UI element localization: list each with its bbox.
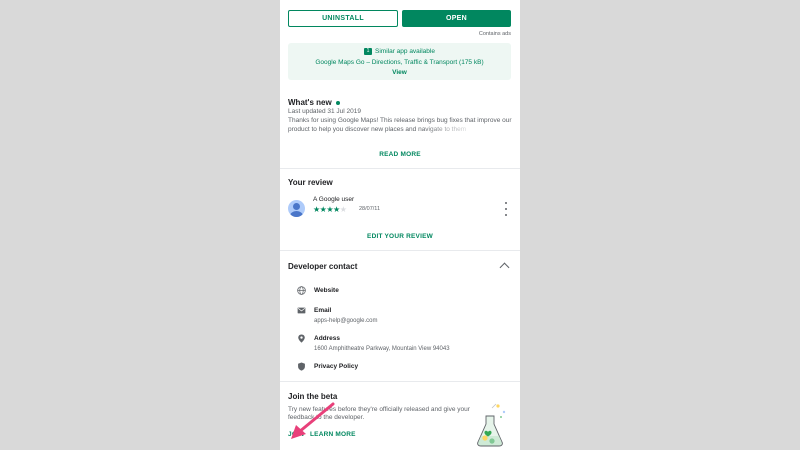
star-icon: ★ (339, 205, 347, 214)
similar-app-name: Google Maps Go – Directions, Traffic & T… (315, 59, 484, 66)
privacy-policy-link[interactable]: Privacy Policy (314, 363, 358, 370)
new-indicator-dot (335, 100, 340, 105)
divider (280, 250, 520, 251)
star-icon: ★ (313, 205, 320, 214)
text-fade-overlay (420, 124, 480, 134)
developer-email-link[interactable]: Email (314, 307, 331, 314)
developer-address-value[interactable]: 1600 Amphitheatre Parkway, Mountain View… (314, 346, 450, 352)
edit-review-button[interactable]: EDIT YOUR REVIEW (280, 233, 520, 240)
similar-app-title: 1 Similar app available (288, 48, 511, 55)
star-icon: ★ (333, 205, 340, 214)
similar-app-title-text: Similar app available (375, 48, 435, 56)
developer-website-link[interactable]: Website (314, 287, 339, 294)
app-details-page: UNINSTALL OPEN Contains ads 1 Similar app… (280, 0, 520, 450)
email-icon (297, 307, 306, 314)
last-updated-text: Last updated 31 Jul 2019 (288, 108, 362, 115)
avatar-head (293, 203, 300, 210)
location-pin-icon (298, 334, 305, 343)
uninstall-button[interactable]: UNINSTALL (288, 10, 398, 27)
divider (280, 168, 520, 169)
more-options-icon[interactable] (503, 202, 509, 216)
avatar (288, 200, 305, 217)
star-rating: ★★★★★ (313, 205, 347, 214)
your-review-title: Your review (288, 178, 333, 187)
globe-icon (297, 286, 306, 295)
read-more-button[interactable]: READ MORE (280, 151, 520, 158)
whats-new-title: What's new (288, 98, 340, 107)
similar-app-badge-icon: 1 (364, 48, 372, 55)
similar-app-card[interactable]: 1 Similar app available Google Maps Go – … (288, 43, 511, 80)
reviewer-name: A Google user (313, 196, 355, 203)
star-icon: ★ (326, 205, 334, 214)
open-button[interactable]: OPEN (402, 10, 511, 27)
avatar-body (290, 211, 303, 217)
annotation-arrow-icon (291, 402, 335, 439)
developer-contact-title[interactable]: Developer contact (288, 262, 357, 271)
beta-flask-illustration (477, 403, 506, 447)
contains-ads-label: Contains ads (478, 31, 511, 37)
shield-icon (298, 362, 305, 371)
similar-app-view-link[interactable]: View (288, 69, 511, 76)
review-date: 28/07/11 (359, 206, 381, 212)
developer-address-link[interactable]: Address (314, 335, 340, 342)
divider (280, 381, 520, 382)
chevron-up-icon[interactable] (499, 262, 510, 273)
whats-new-title-text: What's new (288, 98, 332, 107)
join-beta-title: Join the beta (288, 392, 338, 401)
developer-email-value[interactable]: apps-help@google.com (314, 318, 377, 324)
